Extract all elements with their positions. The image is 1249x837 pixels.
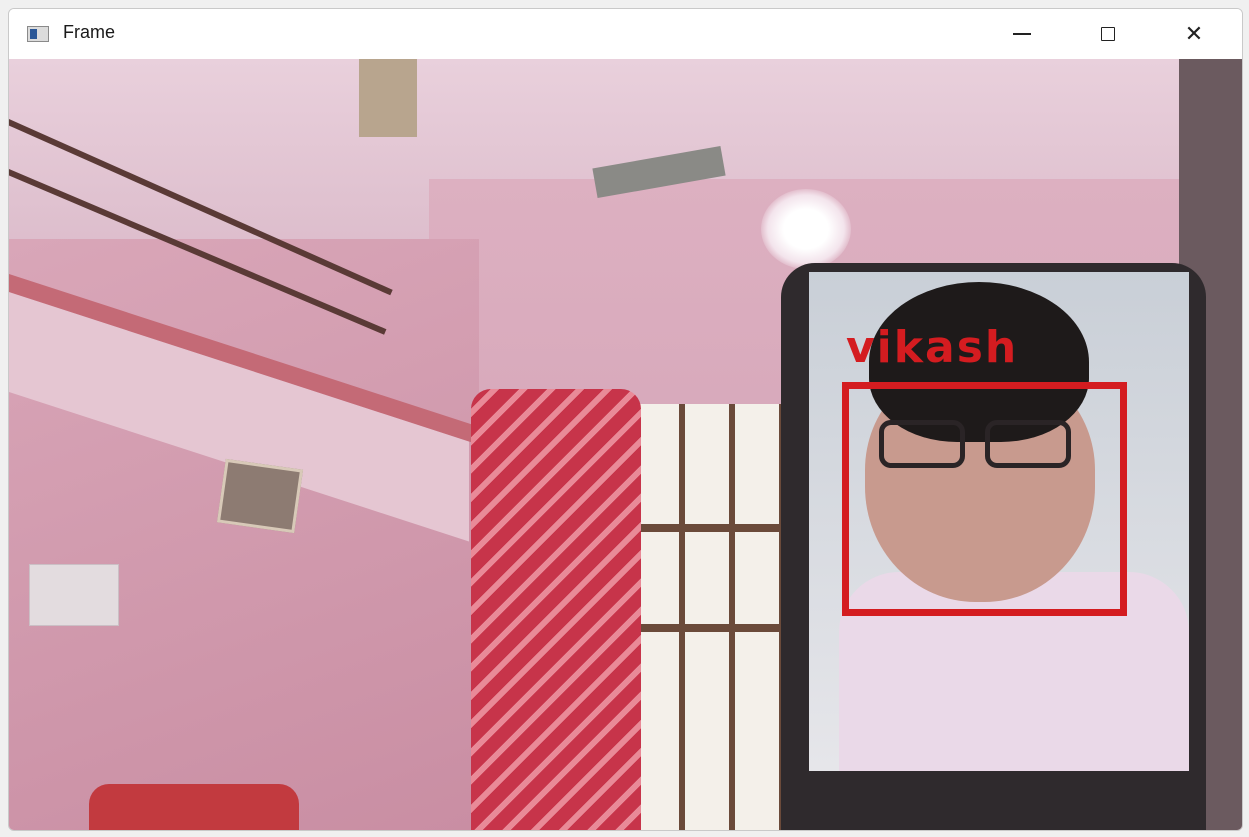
title-bar[interactable]: Frame ✕ (9, 9, 1242, 59)
switch-board (29, 564, 119, 626)
minimize-button[interactable] (999, 15, 1045, 53)
close-button[interactable]: ✕ (1171, 15, 1217, 53)
close-icon: ✕ (1184, 21, 1204, 46)
maximize-icon (1101, 27, 1115, 41)
app-window-icon (27, 26, 49, 42)
bright-light (761, 189, 851, 269)
face-detection-label: vikash (846, 322, 1019, 373)
face-detection-box (842, 382, 1127, 616)
red-cloth (89, 784, 299, 830)
window-title: Frame (63, 22, 116, 42)
curtain (471, 389, 641, 830)
wall-photo (216, 458, 304, 534)
maximize-button[interactable] (1085, 15, 1131, 53)
ceiling-fan-blade (359, 59, 417, 137)
minimize-icon (1013, 33, 1031, 35)
